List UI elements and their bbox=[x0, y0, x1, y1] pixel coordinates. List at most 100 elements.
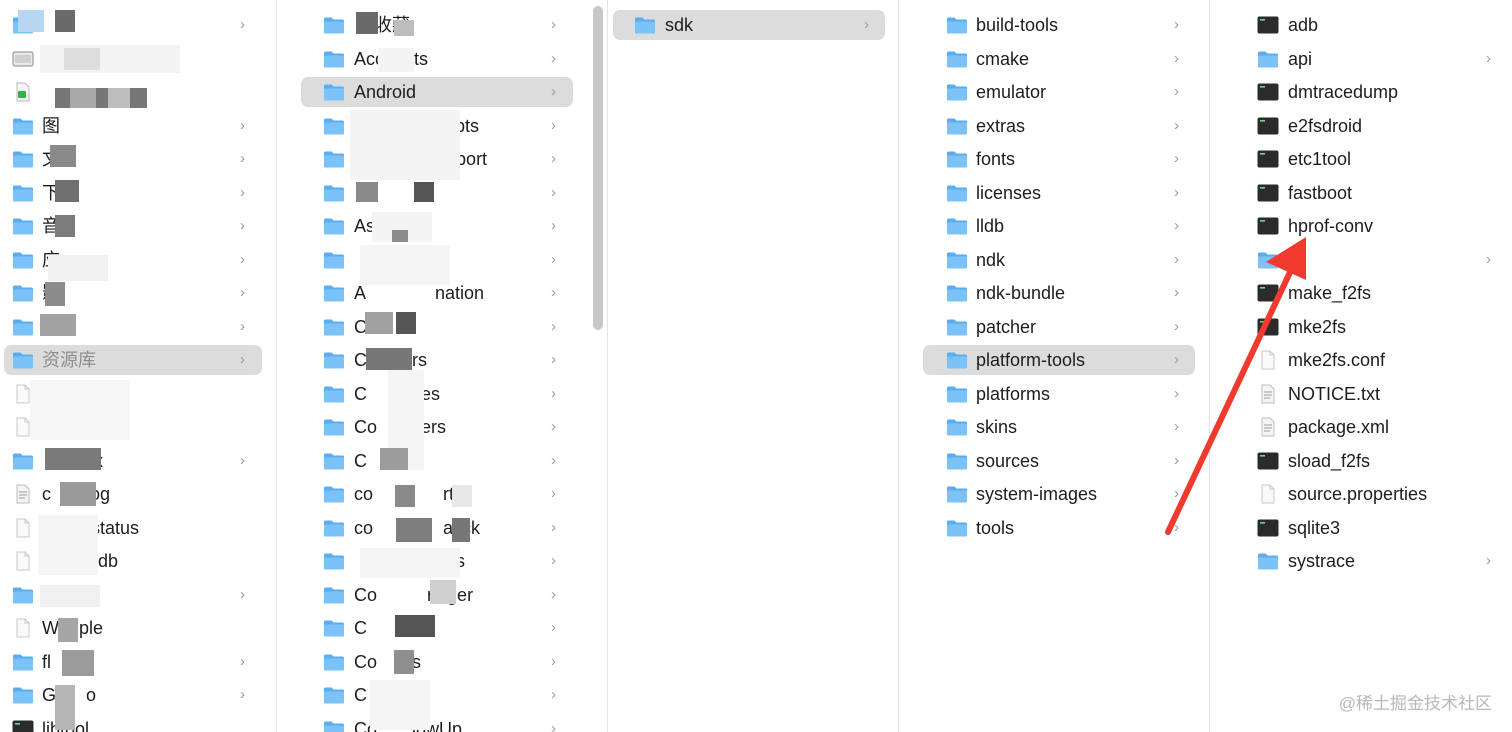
platform-tools-item[interactable]: systrace › bbox=[1235, 546, 1498, 576]
folder-icon bbox=[946, 15, 968, 35]
sdk-item[interactable]: extras › bbox=[923, 111, 1195, 141]
platform-tools-item[interactable]: sload_f2fs bbox=[1235, 446, 1498, 476]
column-divider[interactable] bbox=[898, 0, 899, 732]
chevron-right-icon: › bbox=[1174, 217, 1179, 234]
chevron-right-icon: › bbox=[1174, 183, 1179, 201]
library-item[interactable]: co al.ck› bbox=[301, 513, 573, 543]
sidebar-item[interactable]: 资源库 › bbox=[4, 345, 262, 375]
sidebar-item[interactable]: 下 › bbox=[4, 178, 262, 208]
redaction-mosaic bbox=[18, 10, 44, 32]
column-divider[interactable] bbox=[1209, 0, 1210, 732]
chevron-right-icon: › bbox=[1486, 49, 1491, 67]
sdk-item[interactable]: sources › bbox=[923, 446, 1195, 476]
platform-tools-item[interactable]: mke2fs bbox=[1235, 312, 1498, 342]
sdk-item[interactable]: system-images › bbox=[923, 479, 1195, 509]
chevron-right-icon: › bbox=[551, 686, 556, 703]
platform-tools-item[interactable]: NOTICE.txt bbox=[1235, 379, 1498, 409]
watermark: @稀土掘金技术社区 bbox=[1338, 694, 1492, 713]
sdk-item[interactable]: skins › bbox=[923, 412, 1195, 442]
folder-icon bbox=[323, 719, 345, 732]
platform-tools-item[interactable]: e2fsdroid bbox=[1235, 111, 1498, 141]
sidebar-item[interactable]: W ple bbox=[4, 613, 262, 643]
sidebar-item[interactable]: libtool bbox=[4, 714, 262, 732]
platform-tools-item[interactable]: hprof-conv bbox=[1235, 211, 1498, 241]
file-icon bbox=[12, 618, 34, 638]
redaction-mosaic bbox=[55, 10, 75, 32]
redaction-mosaic bbox=[360, 245, 450, 285]
chevron-right-icon: › bbox=[551, 250, 556, 268]
chevron-right-icon: › bbox=[1174, 116, 1179, 134]
column-divider[interactable] bbox=[607, 0, 608, 732]
library-item[interactable]: As s› bbox=[301, 211, 573, 241]
redaction-mosaic bbox=[70, 88, 96, 108]
sidebar-item[interactable]: 文› bbox=[4, 144, 262, 174]
sdk-item[interactable]: licenses › bbox=[923, 178, 1195, 208]
sidebar-item[interactable]: Box› bbox=[4, 446, 262, 476]
sdk-item[interactable]: lldb › bbox=[923, 211, 1195, 241]
platform-tools-item[interactable]: dmtracedump bbox=[1235, 77, 1498, 107]
sdk-item[interactable]: build-tools › bbox=[923, 10, 1195, 40]
library-item[interactable]: › bbox=[301, 178, 573, 208]
exec-icon bbox=[12, 719, 34, 732]
library-item[interactable]: Acc nts › bbox=[301, 44, 573, 74]
folder-icon bbox=[323, 685, 345, 705]
folder-icon bbox=[946, 82, 968, 102]
sdk-item[interactable]: tools › bbox=[923, 513, 1195, 543]
platform-tools-item[interactable]: make_f2fs bbox=[1235, 278, 1498, 308]
library-item[interactable]: 收藏 › bbox=[301, 10, 573, 40]
chevron-right-icon: › bbox=[551, 83, 556, 100]
sidebar-item[interactable]: 音 › bbox=[4, 211, 262, 241]
platform-tools-item[interactable]: source.properties bbox=[1235, 479, 1498, 509]
sidebar-item[interactable]: 影› bbox=[4, 278, 262, 308]
sidebar-item[interactable]: G o › bbox=[4, 680, 262, 710]
redaction-mosaic bbox=[395, 485, 415, 507]
sdk-item[interactable]: patcher › bbox=[923, 312, 1195, 342]
sidebar-item[interactable]: 图 › bbox=[4, 111, 262, 141]
redaction-mosaic bbox=[452, 485, 472, 507]
redaction-mosaic bbox=[40, 314, 76, 336]
android-item[interactable]: sdk › bbox=[613, 10, 885, 40]
chevron-right-icon: › bbox=[551, 317, 556, 335]
column-divider[interactable] bbox=[276, 0, 277, 732]
folder-icon bbox=[946, 49, 968, 69]
chevron-right-icon: › bbox=[551, 49, 556, 67]
library-item[interactable]: Co lowUp › bbox=[301, 714, 573, 732]
sdk-item[interactable]: fonts › bbox=[923, 144, 1195, 174]
library-item[interactable]: C ars › bbox=[301, 345, 573, 375]
sidebar-item[interactable]: fl › bbox=[4, 647, 262, 677]
item-label: emulator bbox=[976, 82, 1047, 102]
library-item[interactable]: C s› bbox=[301, 446, 573, 476]
library-item[interactable]: C rices› bbox=[301, 379, 573, 409]
platform-tools-item[interactable]: etc1tool bbox=[1235, 144, 1498, 174]
platform-tools-item[interactable]: adb bbox=[1235, 10, 1498, 40]
sidebar-item[interactable]: c .log bbox=[4, 479, 262, 509]
platform-tools-item[interactable]: api › bbox=[1235, 44, 1498, 74]
vertical-scrollbar[interactable] bbox=[593, 6, 603, 330]
item-label: fl bbox=[42, 651, 51, 672]
platform-tools-item[interactable]: package.xml bbox=[1235, 412, 1498, 442]
redaction-mosaic bbox=[55, 88, 147, 108]
library-item[interactable]: Android › bbox=[301, 77, 573, 107]
library-item[interactable]: Co s › bbox=[301, 647, 573, 677]
library-item[interactable]: C › bbox=[301, 680, 573, 710]
sdk-item[interactable]: ndk-bundle › bbox=[923, 278, 1195, 308]
sdk-item[interactable]: platform-tools › bbox=[923, 345, 1195, 375]
redaction-mosaic bbox=[396, 518, 432, 542]
platform-tools-item[interactable]: › bbox=[1235, 245, 1498, 275]
redaction-mosaic bbox=[62, 650, 94, 676]
library-item[interactable]: Co kers › bbox=[301, 412, 573, 442]
sdk-item[interactable]: ndk › bbox=[923, 245, 1195, 275]
platform-tools-item[interactable]: fastboot bbox=[1235, 178, 1498, 208]
sidebar-item[interactable]: 应› bbox=[4, 245, 262, 275]
library-item[interactable]: C ners › bbox=[301, 613, 573, 643]
sdk-item[interactable]: cmake › bbox=[923, 44, 1195, 74]
exec-icon bbox=[1257, 518, 1279, 538]
platform-tools-item[interactable]: mke2fs.conf bbox=[1235, 345, 1498, 375]
library-item[interactable]: co rtyd› bbox=[301, 479, 573, 509]
file-icon bbox=[1257, 484, 1279, 504]
platform-tools-item[interactable]: sqlite3 bbox=[1235, 513, 1498, 543]
sdk-item[interactable]: platforms › bbox=[923, 379, 1195, 409]
chevron-right-icon: › bbox=[551, 284, 556, 301]
sdk-item[interactable]: emulator › bbox=[923, 77, 1195, 107]
library-item[interactable]: C › bbox=[301, 312, 573, 342]
